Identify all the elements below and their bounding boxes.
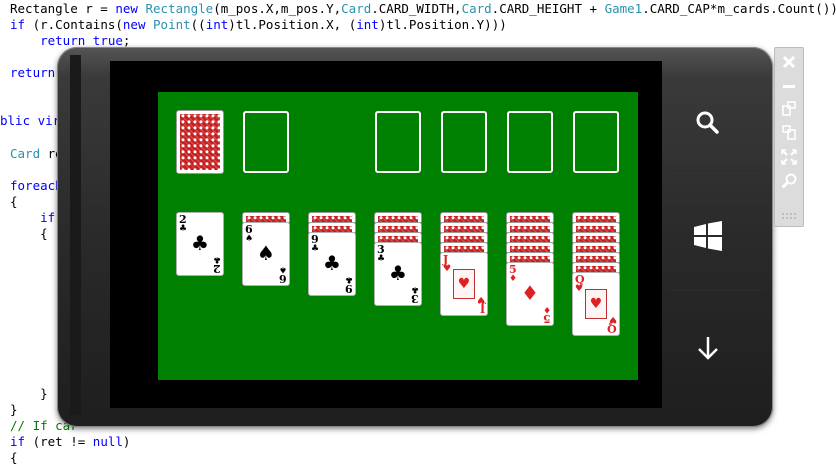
- waste-pile-slot[interactable]: [243, 111, 289, 173]
- face-card-art: ♥: [585, 289, 607, 319]
- emulator-toolbar: [774, 47, 804, 227]
- card-rank: 3: [411, 292, 419, 305]
- card-rank: Q: [607, 322, 617, 335]
- code-line-9: if: [10, 210, 56, 225]
- card-suit-icon: ♥: [443, 264, 452, 274]
- foundation-slot-2[interactable]: [441, 111, 487, 173]
- code-line-15: {: [10, 450, 18, 465]
- card-rank: 9: [345, 282, 353, 295]
- face-card-art: ♥: [453, 269, 475, 299]
- card-center-suit-icon: ♣: [191, 231, 209, 255]
- card-center-suit-icon: ♣: [389, 261, 407, 285]
- rotate-left-icon: [781, 101, 797, 121]
- code-line-6: Card re: [10, 146, 63, 161]
- stock-pile[interactable]: [176, 110, 224, 174]
- toolbar-grip[interactable]: [775, 202, 803, 224]
- code-line-4: return: [10, 65, 56, 80]
- back-arrow-icon: [696, 335, 720, 361]
- search-button[interactable]: [668, 80, 748, 166]
- foundation-slot-3[interactable]: [507, 111, 553, 173]
- foundation-slot-1[interactable]: [375, 111, 421, 173]
- card-suit-icon: ♥: [575, 284, 584, 294]
- windows-logo-icon: [692, 221, 724, 251]
- back-button[interactable]: [668, 305, 748, 391]
- tableau-card-2[interactable]: 6 ♠ ♠ ♠ 6: [242, 222, 290, 286]
- phone-side-edge: [70, 55, 81, 415]
- card-rank: 5: [543, 312, 551, 325]
- tableau-card-7[interactable]: Q ♥ ♥ ♥ Q: [572, 272, 620, 336]
- code-line-14: if (ret != null): [10, 434, 131, 449]
- card-center-suit-icon: ♦: [521, 281, 539, 305]
- code-line-12: }: [10, 402, 18, 417]
- minimize-button[interactable]: [775, 76, 803, 98]
- button-divider: [668, 170, 764, 171]
- fit-to-screen-icon: [781, 149, 797, 169]
- button-divider: [668, 290, 764, 291]
- tableau-card-5[interactable]: J ♥ ♥ ♥ J: [440, 252, 488, 316]
- code-line-8: {: [10, 194, 18, 209]
- foundation-slot-4[interactable]: [573, 111, 619, 173]
- tableau-card-4[interactable]: 3 ♣ ♣ ♣ 3: [374, 242, 422, 306]
- tableau-card-6[interactable]: 5 ♦ ♦ ♦ 5: [506, 262, 554, 326]
- code-line-2: if (r.Contains(new Point((int)tl.Positio…: [10, 17, 507, 32]
- code-line-3: return true;: [40, 33, 131, 48]
- zoom-icon: [781, 173, 797, 193]
- rotate-right-button[interactable]: [775, 124, 803, 146]
- card-center-suit-icon: ♠: [257, 241, 275, 265]
- fit-to-screen-button[interactable]: [775, 148, 803, 170]
- close-button[interactable]: [775, 52, 803, 74]
- search-icon: [695, 110, 721, 136]
- card-rank: 2: [213, 262, 221, 275]
- rotate-left-button[interactable]: [775, 100, 803, 122]
- close-icon: [782, 54, 796, 73]
- tableau-card-3[interactable]: 9 ♣ ♣ ♣ 9: [308, 232, 356, 296]
- code-line-11: }: [10, 386, 48, 401]
- card-center-suit-icon: ♣: [323, 251, 341, 275]
- code-line-7: foreach: [10, 178, 63, 193]
- minimize-icon: [782, 78, 796, 97]
- card-rank: 6: [279, 272, 287, 285]
- code-line-10: {: [10, 226, 48, 241]
- card-rank: J: [479, 302, 485, 315]
- zoom-button[interactable]: [775, 172, 803, 194]
- tableau-card-1[interactable]: 2 ♣ ♣ ♣ 2: [176, 212, 224, 276]
- start-button[interactable]: [668, 193, 748, 279]
- code-line-1: Rectangle r = new Rectangle(m_pos.X,m_po…: [10, 1, 836, 16]
- grip-icon: [781, 204, 797, 223]
- rotate-right-icon: [781, 125, 797, 145]
